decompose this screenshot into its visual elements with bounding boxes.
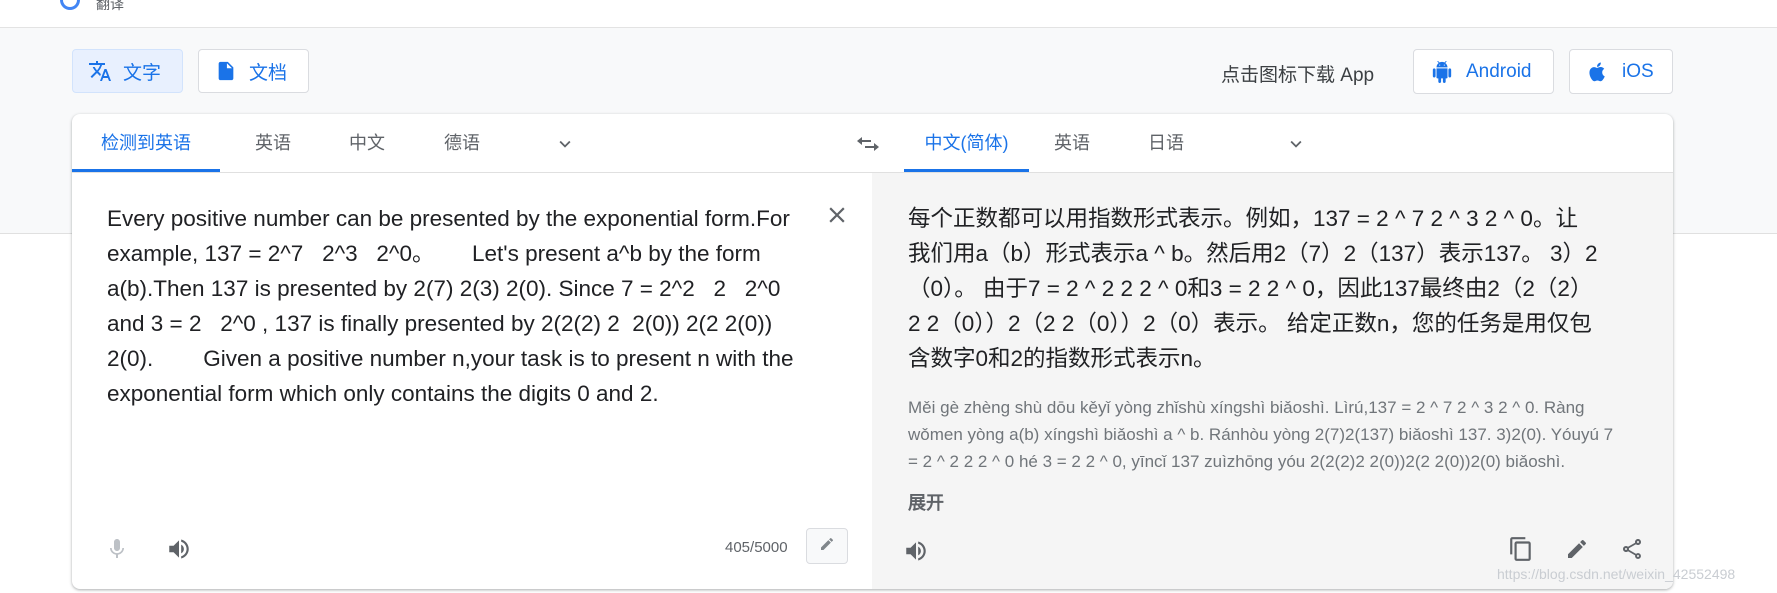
app-title: 翻译 — [96, 0, 124, 12]
tab-source-english[interactable]: 英语 — [238, 114, 308, 172]
android-icon — [1430, 60, 1454, 84]
tab-source-german[interactable]: 德语 — [427, 114, 497, 172]
tab-source-chinese[interactable]: 中文 — [332, 114, 402, 172]
pencil-icon — [819, 536, 835, 557]
language-bar-divider — [72, 172, 1673, 173]
character-count: 405/5000 — [725, 539, 788, 556]
ios-app-button[interactable]: iOS — [1569, 49, 1673, 94]
watermark: https://blog.csdn.net/weixin_42552498 — [1497, 566, 1736, 582]
speaker-icon[interactable] — [164, 534, 194, 564]
pinyin-transliteration: Měi gè zhèng shù dōu kěyǐ yòng zhǐshù xí… — [908, 398, 1614, 471]
text-mode-button[interactable]: 文字 — [72, 49, 183, 93]
chevron-down-icon[interactable] — [554, 133, 576, 155]
android-app-button[interactable]: Android — [1413, 49, 1554, 94]
translation-card: 检测到英语 英语 中文 德语 中文(简体) 英语 日语 Every positi… — [72, 114, 1673, 589]
tab-source-detected[interactable]: 检测到英语 — [72, 114, 220, 172]
top-bar: 翻译 — [0, 0, 1777, 28]
copy-icon[interactable] — [1506, 534, 1536, 564]
text-mode-label: 文字 — [123, 62, 162, 84]
apple-icon — [1586, 60, 1610, 84]
source-tab-indicator — [72, 169, 220, 172]
tab-target-chinese-simplified[interactable]: 中文(简体) — [904, 114, 1029, 172]
share-icon[interactable] — [1617, 534, 1647, 564]
android-label: Android — [1466, 60, 1532, 82]
app-download-label: 点击图标下载 App — [1221, 65, 1375, 86]
ios-label: iOS — [1622, 60, 1654, 82]
tab-target-english[interactable]: 英语 — [1037, 114, 1107, 172]
mic-icon[interactable] — [102, 534, 132, 564]
translate-icon — [87, 58, 113, 84]
pencil-icon[interactable] — [1562, 534, 1592, 564]
document-icon — [213, 58, 239, 84]
handwriting-button[interactable] — [806, 528, 848, 564]
source-text-input[interactable]: Every positive number can be presented b… — [107, 201, 797, 411]
document-mode-button[interactable]: 文档 — [198, 49, 309, 93]
target-tab-indicator — [904, 169, 1029, 172]
document-mode-label: 文档 — [249, 62, 288, 84]
translation-output: 每个正数都可以用指数形式表示。例如，137 = 2 ^ 7 2 ^ 3 2 ^ … — [908, 206, 1598, 371]
tab-target-japanese[interactable]: 日语 — [1131, 114, 1201, 172]
speaker-icon[interactable] — [901, 536, 931, 566]
chevron-down-icon[interactable] — [1285, 133, 1307, 155]
close-icon[interactable] — [824, 202, 850, 228]
google-logo-icon[interactable] — [60, 0, 80, 10]
expand-link[interactable]: 展开 — [908, 489, 944, 515]
swap-languages-icon[interactable] — [854, 132, 882, 156]
